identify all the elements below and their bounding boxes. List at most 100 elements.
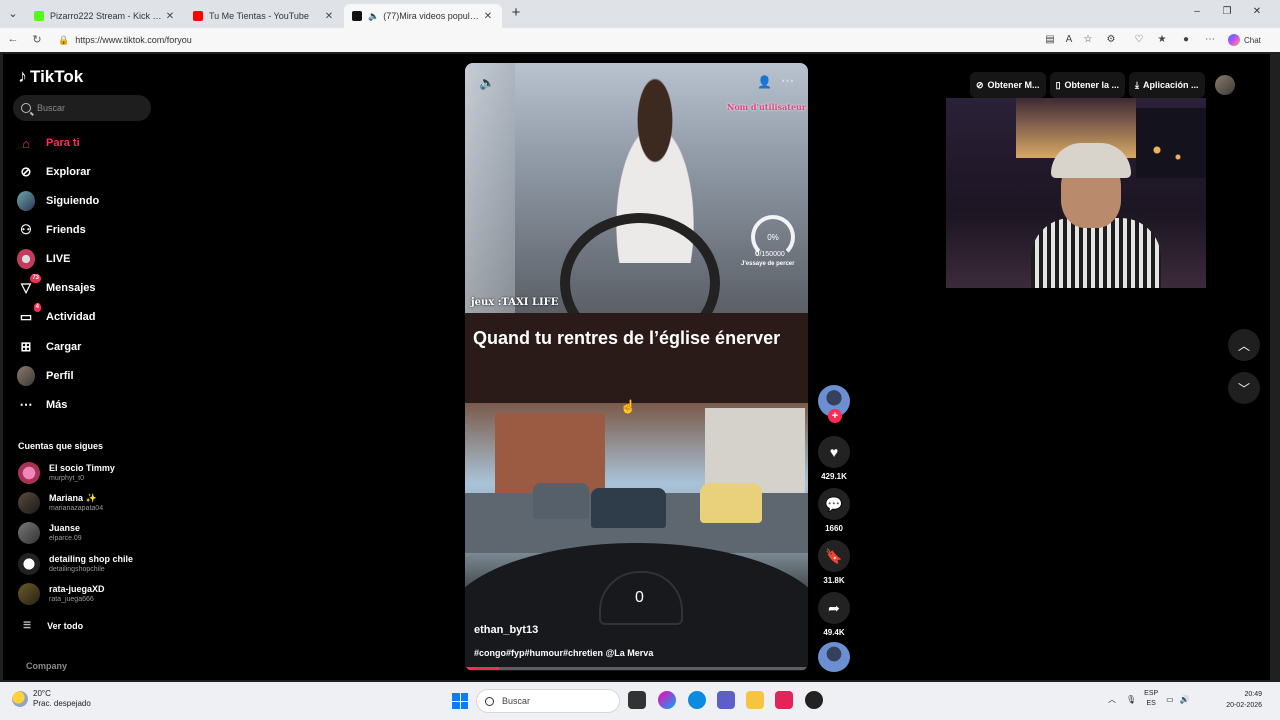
language-indicator[interactable]: ESP ES <box>1144 689 1158 709</box>
next-video-button[interactable]: ﹀ <box>1228 372 1260 404</box>
task-view-icon[interactable] <box>628 691 646 709</box>
following-handle: murphyt_t0 <box>49 475 85 482</box>
close-tab-icon[interactable]: ✕ <box>164 11 176 22</box>
favorite-add-icon[interactable]: ☆ <box>1081 33 1095 47</box>
share-button[interactable]: ➦ 49.4K <box>816 592 852 637</box>
phone-icon: ▯ <box>1055 79 1061 90</box>
nav-label: Actividad <box>46 311 96 323</box>
search-input[interactable]: Buscar <box>13 95 151 121</box>
close-window-icon[interactable]: ✕ <box>1250 6 1264 17</box>
favorites-icon[interactable]: ★ <box>1155 33 1169 47</box>
video-progress-bar[interactable] <box>465 667 808 670</box>
nav-friends[interactable]: ⚇ Friends <box>17 219 86 241</box>
minimize-icon[interactable]: – <box>1190 6 1204 17</box>
tray-chevron-icon[interactable]: ︿ <box>1108 694 1116 705</box>
list-icon: ☰ <box>23 620 32 630</box>
see-all-button[interactable]: ☰ Ver todo <box>23 620 83 631</box>
translate-icon[interactable]: A <box>1062 33 1076 47</box>
gauge-label: J'essaye de percer <box>741 261 795 267</box>
performance-icon[interactable]: ♡ <box>1132 33 1146 47</box>
following-item[interactable]: rata-juegaXD rata_juega666 <box>18 583 105 605</box>
nav-activity[interactable]: ▭ 4 Actividad <box>17 303 96 328</box>
following-item[interactable]: detailing shop chile detailingshopchile <box>18 553 133 575</box>
bookmark-icon: 🔖 <box>818 540 850 572</box>
network-icon[interactable]: ▭ <box>1166 695 1174 704</box>
user-avatar[interactable] <box>1214 75 1235 95</box>
heart-icon: ♥ <box>818 436 850 468</box>
tiktok-app-icon[interactable] <box>775 691 793 709</box>
teams-icon[interactable] <box>717 691 735 709</box>
close-tab-icon[interactable]: ✕ <box>323 11 335 22</box>
maximize-icon[interactable]: ❐ <box>1220 6 1234 17</box>
nav-upload[interactable]: ⊞ Cargar <box>17 336 82 358</box>
close-tab-icon[interactable]: ✕ <box>482 11 494 22</box>
video-author[interactable]: ethan_byt13 <box>474 624 538 636</box>
new-tab-button[interactable]: + <box>508 5 524 21</box>
follow-plus-icon[interactable]: + <box>828 409 842 423</box>
comment-icon: 💬 <box>818 488 850 520</box>
following-item[interactable]: Juanse elparce.09 <box>18 522 82 544</box>
next-video-avatar[interactable] <box>818 642 850 672</box>
desktop-app-button[interactable]: ⤓ Aplicación ... <box>1129 72 1205 98</box>
browser-tab-youtube[interactable]: Tu Me Tientas - YouTube ✕ <box>185 4 343 28</box>
reader-icon[interactable]: ▤ <box>1043 33 1057 47</box>
nav-explore[interactable]: ⊘ Explorar <box>17 161 91 183</box>
volume-icon[interactable]: 🔊 <box>1180 695 1190 704</box>
following-item[interactable]: Mariana ✨ marianazapata04 <box>18 492 103 514</box>
compass-icon: ⊘ <box>20 164 32 179</box>
more-options-icon[interactable]: ⋯ <box>1203 33 1217 47</box>
tiktok-logo[interactable]: ♪ TikTok <box>18 66 83 87</box>
url-field[interactable]: 🔒 https://www.tiktok.com/foryou <box>52 31 1032 49</box>
nav-following[interactable]: Siguiendo <box>17 190 99 212</box>
user-notif-icon[interactable]: 👤 <box>757 75 772 89</box>
nav-for-you[interactable]: ⌂ Para ti <box>17 132 80 154</box>
save-button[interactable]: 🔖 31.8K <box>816 540 852 585</box>
nav-label: Mensajes <box>46 282 96 294</box>
get-app-button[interactable]: ▯ Obtener la ... <box>1049 72 1126 98</box>
company-link[interactable]: Company <box>26 661 67 671</box>
obs-icon[interactable] <box>805 691 823 709</box>
following-item[interactable]: El socio Timmy murphyt_t0 <box>18 462 115 484</box>
nav-live[interactable]: LIVE <box>17 248 70 270</box>
save-count: 31.8K <box>823 576 845 585</box>
reload-icon[interactable]: ↻ <box>30 33 44 46</box>
get-coins-button[interactable]: ⊘ Obtener M... <box>970 72 1046 98</box>
copilot-chat-button[interactable]: Chat <box>1228 32 1261 48</box>
like-button[interactable]: ♥ 429.1K <box>816 436 852 481</box>
extensions-icon[interactable]: ⚙ <box>1104 33 1118 47</box>
taskbar-search[interactable]: Buscar <box>476 689 620 713</box>
video-more-icon[interactable]: ⋯ <box>781 73 794 89</box>
previous-video-button[interactable]: ︿ <box>1228 329 1260 361</box>
back-icon[interactable]: ← <box>6 33 20 45</box>
speaker-icon[interactable]: 🔈 <box>368 11 379 22</box>
browser-tab-kick[interactable]: Pizarro222 Stream - Kick Dashboard ✕ <box>26 4 184 28</box>
tab-actions-chevron-icon[interactable]: ⌄ <box>4 5 22 23</box>
car <box>533 483 589 519</box>
nav-profile[interactable]: Perfil <box>17 365 74 387</box>
following-handle: rata_juega666 <box>49 596 94 603</box>
file-explorer-icon[interactable] <box>746 691 764 709</box>
video-player[interactable]: Nom d'utilisateur jeux :TAXI LIFE 🔈 👤 ⋯ … <box>465 63 808 671</box>
tab-title: Tu Me Tientas - YouTube <box>209 11 309 21</box>
mute-icon[interactable]: 🔈 <box>479 75 495 91</box>
profile-icon[interactable]: ● <box>1179 33 1193 47</box>
hand-cursor-icon: ☝ <box>620 399 637 414</box>
more-icon: ⋯ <box>19 397 33 412</box>
weather-text: Prac. despejado <box>33 699 91 708</box>
edge-icon[interactable] <box>688 691 706 709</box>
clock[interactable]: 20:49 20-02-2026 <box>1222 689 1262 711</box>
comment-button[interactable]: 💬 1660 <box>816 488 852 533</box>
browser-tab-tiktok[interactable]: 🔈 (77)Mira videos populares sobre... ✕ <box>344 4 502 28</box>
video-description[interactable]: #congo#fyp#humour#chretien @La Merva <box>474 648 653 658</box>
comment-count: 1660 <box>825 524 843 533</box>
nav-more[interactable]: ⋯ Más <box>17 394 68 416</box>
curtain-shape <box>465 63 515 313</box>
weather-widget[interactable]: 20°C Prac. despejado <box>12 689 91 709</box>
nav-label: Para ti <box>46 137 80 149</box>
nav-messages[interactable]: ▽ 73 Mensajes <box>17 274 96 299</box>
windows-start-icon[interactable] <box>452 693 468 709</box>
url-text: https://www.tiktok.com/foryou <box>75 35 192 45</box>
youtube-favicon-icon <box>193 11 203 21</box>
mic-icon[interactable]: 🎙 <box>1126 695 1136 704</box>
copilot-icon[interactable] <box>658 691 676 709</box>
